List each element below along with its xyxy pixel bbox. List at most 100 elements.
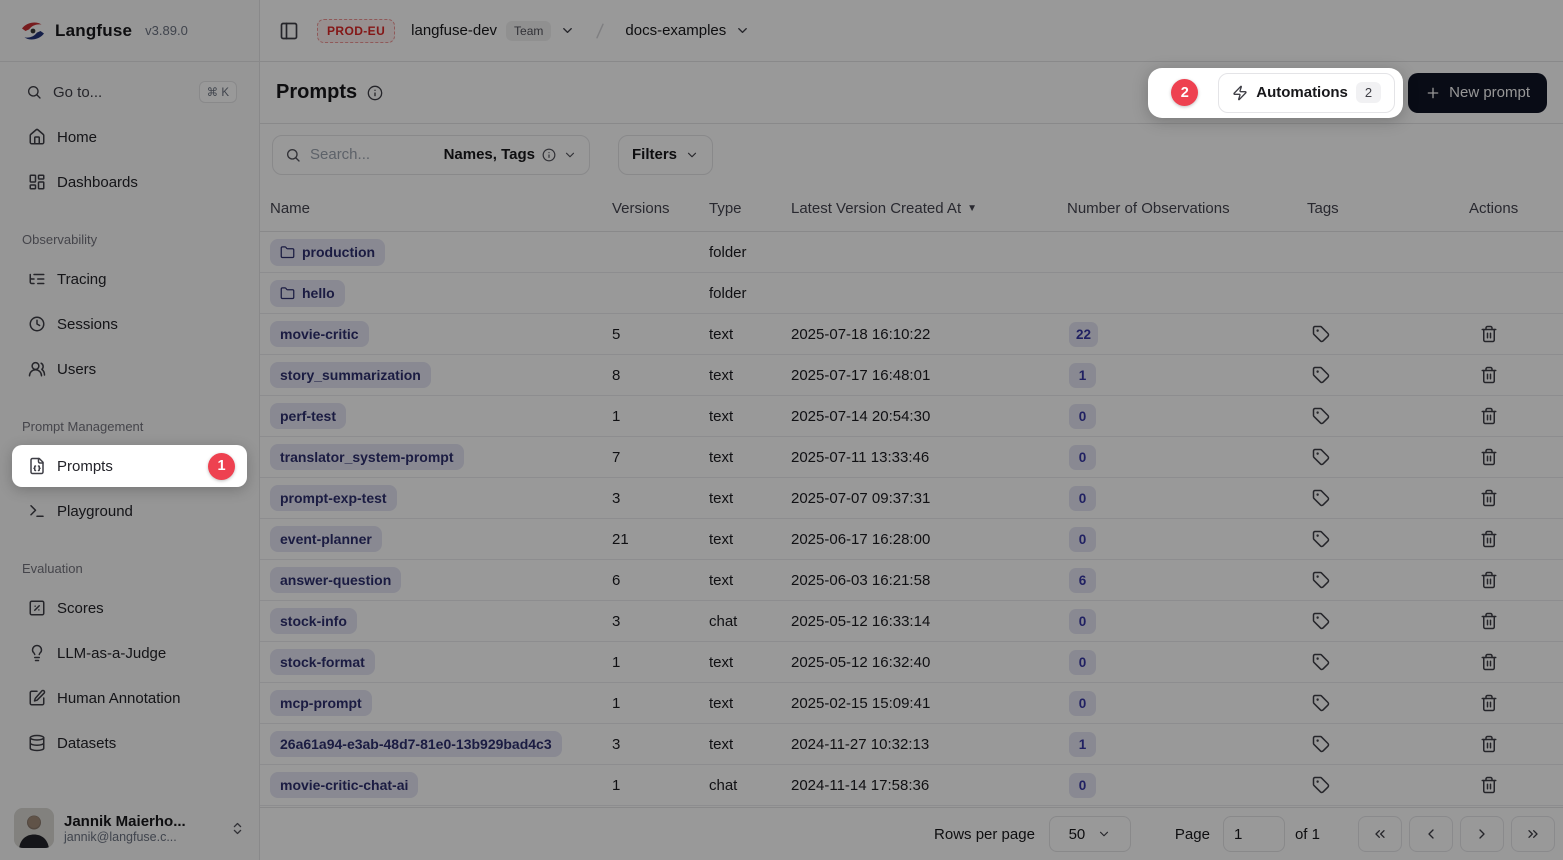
observations-count-badge[interactable]: 1	[1069, 732, 1096, 757]
table-row[interactable]: event-planner21text2025-06-17 16:28:000	[260, 519, 1563, 560]
add-tag-button[interactable]	[1309, 773, 1333, 797]
observations-count-badge[interactable]: 1	[1069, 363, 1096, 388]
column-header-observations[interactable]: Number of Observations	[1067, 200, 1307, 217]
delete-prompt-button[interactable]	[1477, 445, 1501, 469]
trash-icon	[1480, 653, 1498, 671]
table-row[interactable]: prompt-exp-test3text2025-07-07 09:37:310	[260, 478, 1563, 519]
delete-prompt-button[interactable]	[1477, 609, 1501, 633]
add-tag-button[interactable]	[1309, 609, 1333, 633]
table-row[interactable]: stock-info3chat2025-05-12 16:33:140	[260, 601, 1563, 642]
prompt-name-badge[interactable]: stock-format	[270, 649, 375, 675]
add-tag-button[interactable]	[1309, 486, 1333, 510]
prompt-name-badge[interactable]: stock-info	[270, 608, 357, 634]
search-input[interactable]	[310, 146, 396, 163]
sidebar-item-scores[interactable]: Scores	[12, 590, 247, 626]
observations-count-badge[interactable]: 0	[1069, 486, 1096, 511]
add-tag-button[interactable]	[1309, 691, 1333, 715]
column-header-name[interactable]: Name	[260, 200, 612, 217]
sidebar-item-datasets[interactable]: Datasets	[12, 725, 247, 761]
prompt-name-badge[interactable]: 26a61a94-e3ab-48d7-81e0-13b929bad4c3	[270, 731, 562, 757]
trash-icon	[1480, 407, 1498, 425]
delete-prompt-button[interactable]	[1477, 568, 1501, 592]
prompt-name-badge[interactable]: prompt-exp-test	[270, 485, 397, 511]
table-row[interactable]: stock-format1text2025-05-12 16:32:400	[260, 642, 1563, 683]
delete-prompt-button[interactable]	[1477, 363, 1501, 387]
table-row[interactable]: mcp-prompt1text2025-02-15 15:09:410	[260, 683, 1563, 724]
prompt-name-badge[interactable]: mcp-prompt	[270, 690, 372, 716]
observations-count-badge[interactable]: 0	[1069, 445, 1096, 470]
delete-prompt-button[interactable]	[1477, 322, 1501, 346]
prompt-name-badge[interactable]: movie-critic	[270, 321, 369, 347]
table-row[interactable]: productionfolder	[260, 232, 1563, 273]
sidebar-item-human-annotation[interactable]: Human Annotation	[12, 680, 247, 716]
sidebar-item-dashboards[interactable]: Dashboards	[12, 164, 247, 200]
prompt-name-badge[interactable]: event-planner	[270, 526, 382, 552]
observations-count-badge[interactable]: 0	[1069, 691, 1096, 716]
column-header-versions[interactable]: Versions	[612, 200, 709, 217]
table-row[interactable]: answer-question6text2025-06-03 16:21:586	[260, 560, 1563, 601]
sidebar-item-tracing[interactable]: Tracing	[12, 261, 247, 297]
observations-count-badge[interactable]: 0	[1069, 527, 1096, 552]
add-tag-button[interactable]	[1309, 322, 1333, 346]
folder-badge[interactable]: hello	[270, 280, 345, 307]
table-row[interactable]: movie-critic-chat-ai1chat2024-11-14 17:5…	[260, 765, 1563, 806]
table-row[interactable]: perf-test1text2025-07-14 20:54:300	[260, 396, 1563, 437]
add-tag-button[interactable]	[1309, 363, 1333, 387]
observations-count-badge[interactable]: 0	[1069, 773, 1096, 798]
filters-button[interactable]: Filters	[618, 135, 713, 175]
column-header-type[interactable]: Type	[709, 200, 791, 217]
next-page-button[interactable]	[1460, 816, 1504, 852]
observations-count-badge[interactable]: 22	[1069, 322, 1098, 347]
goto-search-item[interactable]: Go to... ⌘ K	[12, 74, 247, 110]
table-row[interactable]: 26a61a94-e3ab-48d7-81e0-13b929bad4c33tex…	[260, 724, 1563, 765]
rows-per-page-select[interactable]: 50	[1049, 816, 1131, 852]
folder-badge[interactable]: production	[270, 239, 385, 266]
prompt-name-badge[interactable]: story_summarization	[270, 362, 431, 388]
sidebar-item-playground[interactable]: Playground	[12, 493, 247, 529]
sidebar-toggle-button[interactable]	[277, 19, 301, 43]
sidebar-item-home[interactable]: Home	[12, 119, 247, 155]
prompt-name-badge[interactable]: answer-question	[270, 567, 401, 593]
first-page-button[interactable]	[1358, 816, 1402, 852]
search-scope-selector[interactable]: Names, Tags	[444, 146, 577, 163]
delete-prompt-button[interactable]	[1477, 650, 1501, 674]
delete-prompt-button[interactable]	[1477, 732, 1501, 756]
observations-count-badge[interactable]: 0	[1069, 609, 1096, 634]
sidebar-item-prompts[interactable]: Prompts1	[12, 445, 247, 487]
sidebar-item-users[interactable]: Users	[12, 351, 247, 387]
automations-button[interactable]: Automations 2	[1218, 73, 1395, 113]
prompt-name-badge[interactable]: perf-test	[270, 403, 346, 429]
add-tag-button[interactable]	[1309, 404, 1333, 428]
observations-count-badge[interactable]: 0	[1069, 404, 1096, 429]
last-page-button[interactable]	[1511, 816, 1555, 852]
sidebar-item-llm-as-a-judge[interactable]: LLM-as-a-Judge	[12, 635, 247, 671]
observations-cell: 0	[1067, 486, 1307, 511]
add-tag-button[interactable]	[1309, 568, 1333, 592]
sidebar-item-sessions[interactable]: Sessions	[12, 306, 247, 342]
project-switcher[interactable]: docs-examples	[625, 22, 750, 39]
table-row[interactable]: story_summarization8text2025-07-17 16:48…	[260, 355, 1563, 396]
table-row[interactable]: movie-critic5text2025-07-18 16:10:2222	[260, 314, 1563, 355]
page-number-input[interactable]	[1223, 816, 1285, 852]
delete-prompt-button[interactable]	[1477, 773, 1501, 797]
column-header-created-at[interactable]: Latest Version Created At ▼	[791, 200, 1067, 217]
add-tag-button[interactable]	[1309, 732, 1333, 756]
delete-prompt-button[interactable]	[1477, 404, 1501, 428]
observations-count-badge[interactable]: 0	[1069, 650, 1096, 675]
tags-cell	[1307, 363, 1469, 388]
delete-prompt-button[interactable]	[1477, 486, 1501, 510]
prompt-name-badge[interactable]: movie-critic-chat-ai	[270, 772, 418, 798]
table-row[interactable]: hellofolder	[260, 273, 1563, 314]
observations-count-badge[interactable]: 6	[1069, 568, 1096, 593]
org-switcher[interactable]: langfuse-dev Team	[411, 21, 575, 41]
delete-prompt-button[interactable]	[1477, 691, 1501, 715]
prompt-name-badge[interactable]: translator_system-prompt	[270, 444, 464, 470]
user-menu[interactable]: Jannik Maierho... jannik@langfuse.c...	[0, 798, 259, 860]
table-row[interactable]: translator_system-prompt7text2025-07-11 …	[260, 437, 1563, 478]
add-tag-button[interactable]	[1309, 445, 1333, 469]
previous-page-button[interactable]	[1409, 816, 1453, 852]
add-tag-button[interactable]	[1309, 527, 1333, 551]
add-tag-button[interactable]	[1309, 650, 1333, 674]
delete-prompt-button[interactable]	[1477, 527, 1501, 551]
new-prompt-button[interactable]: New prompt	[1408, 73, 1547, 113]
